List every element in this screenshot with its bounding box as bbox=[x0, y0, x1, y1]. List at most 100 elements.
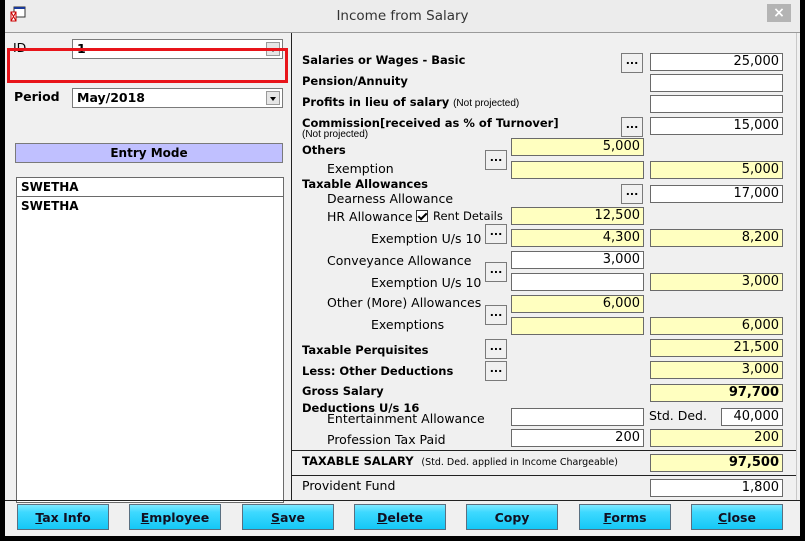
profession-tax-net-field: 200 bbox=[650, 429, 783, 447]
employee-button[interactable]: Employee bbox=[129, 504, 221, 530]
hra-more-button[interactable]: ... bbox=[485, 224, 507, 244]
other-exemptions-field[interactable] bbox=[511, 317, 644, 335]
employee-list[interactable]: SWETHA SWETHA bbox=[16, 177, 284, 503]
other-deductions-more-button[interactable]: ... bbox=[485, 361, 507, 381]
gross-salary-label: Gross Salary bbox=[302, 384, 384, 398]
other-exemptions-label: Exemptions bbox=[371, 317, 445, 332]
other-net-field: 6,000 bbox=[650, 317, 783, 335]
button-bar-divider bbox=[5, 500, 800, 501]
close-window-button[interactable]: × bbox=[767, 4, 791, 22]
right-edge bbox=[796, 33, 797, 500]
hra-net-field: 8,200 bbox=[650, 229, 783, 247]
delete-mnemonic: D bbox=[376, 510, 388, 525]
close-label: lose bbox=[727, 510, 756, 525]
pension-label: Pension/Annuity bbox=[302, 74, 408, 88]
std-ded-label: Std. Ded. bbox=[649, 408, 707, 423]
other-allowances-field[interactable]: 6,000 bbox=[511, 295, 644, 313]
commission-field[interactable]: 15,000 bbox=[650, 117, 783, 135]
forms-button[interactable]: Forms bbox=[579, 504, 671, 530]
panel-divider bbox=[291, 33, 292, 500]
other-allowances-more-button[interactable]: ... bbox=[485, 305, 507, 325]
provident-fund-field[interactable]: 1,800 bbox=[650, 479, 783, 497]
basic-label: Salaries or Wages - Basic bbox=[302, 53, 466, 67]
taxable-salary-note: (Std. Ded. applied in Income Chargeable) bbox=[421, 457, 618, 468]
entertainment-field[interactable] bbox=[511, 408, 644, 426]
hra-field[interactable]: 12,500 bbox=[511, 207, 644, 225]
copy-button[interactable]: Copy bbox=[466, 504, 558, 530]
save-button[interactable]: Save bbox=[242, 504, 334, 530]
taxable-salary-field: 97,500 bbox=[650, 454, 783, 472]
other-allowances-label: Other (More) Allowances bbox=[327, 295, 482, 310]
hra-exemption-field[interactable]: 4,300 bbox=[511, 229, 644, 247]
tax-info-label: ax Info bbox=[42, 510, 91, 525]
conveyance-field[interactable]: 3,000 bbox=[511, 251, 644, 269]
other-deductions-label: Less: Other Deductions bbox=[302, 364, 454, 378]
others-field[interactable]: 5,000 bbox=[511, 138, 644, 156]
period-value: May/2018 bbox=[77, 90, 145, 105]
commission-label: Commission[received as % of Turnover] bbox=[302, 116, 559, 130]
basic-more-button[interactable]: ... bbox=[621, 53, 643, 73]
divider bbox=[292, 450, 796, 451]
entry-mode-header: Entry Mode bbox=[15, 143, 283, 163]
delete-button[interactable]: Delete bbox=[354, 504, 446, 530]
window-title: Income from Salary bbox=[336, 8, 469, 24]
period-highlight bbox=[7, 48, 288, 83]
others-exemption-field[interactable] bbox=[511, 161, 644, 179]
basic-field[interactable]: 25,000 bbox=[650, 53, 783, 71]
entertainment-label: Entertainment Allowance bbox=[327, 411, 485, 426]
income-from-salary-window: Income from Salary × ID 1 Period May/201… bbox=[5, 0, 800, 536]
forms-label: orms bbox=[611, 510, 647, 525]
conveyance-net-field: 3,000 bbox=[650, 273, 783, 291]
employee-label: mployee bbox=[149, 510, 210, 525]
profits-row-label: Profits in lieu of salary (Not projected… bbox=[302, 95, 519, 109]
perquisites-label: Taxable Perquisites bbox=[302, 343, 429, 357]
perquisites-more-button[interactable]: ... bbox=[485, 339, 507, 359]
profession-tax-field[interactable]: 200 bbox=[511, 429, 644, 447]
chevron-down-icon[interactable] bbox=[266, 91, 280, 105]
taxable-salary-row: TAXABLE SALARY (Std. Ded. applied in Inc… bbox=[302, 454, 618, 468]
others-label: Others bbox=[302, 143, 346, 157]
profits-label: Profits in lieu of salary bbox=[302, 95, 450, 109]
provident-fund-label: Provident Fund bbox=[302, 478, 396, 493]
perquisites-field: 21,500 bbox=[650, 339, 783, 357]
save-label: ave bbox=[279, 510, 306, 525]
taxable-salary-label: TAXABLE SALARY bbox=[302, 454, 414, 468]
conveyance-label: Conveyance Allowance bbox=[327, 253, 472, 268]
period-label: Period bbox=[14, 89, 60, 104]
taxable-allowances-label: Taxable Allowances bbox=[302, 177, 428, 191]
hra-label: HR Allowance bbox=[327, 209, 413, 224]
list-item[interactable]: SWETHA bbox=[17, 178, 283, 197]
conveyance-exemption-field[interactable] bbox=[511, 273, 644, 291]
profession-tax-label: Profession Tax Paid bbox=[327, 432, 446, 447]
conveyance-exemption-label: Exemption U/s 10 bbox=[371, 275, 482, 290]
hra-exemption-label: Exemption U/s 10 bbox=[371, 231, 482, 246]
gross-salary-field: 97,700 bbox=[650, 384, 783, 402]
other-deductions-field: 3,000 bbox=[650, 361, 783, 379]
std-ded-field[interactable]: 40,000 bbox=[721, 408, 783, 426]
list-item[interactable]: SWETHA bbox=[17, 197, 283, 215]
period-select[interactable]: May/2018 bbox=[72, 88, 283, 108]
pension-field[interactable] bbox=[650, 74, 783, 92]
dearness-more-button[interactable]: ... bbox=[621, 184, 643, 204]
dearness-field[interactable]: 17,000 bbox=[650, 185, 783, 203]
tax-info-button[interactable]: Tax Info bbox=[17, 504, 109, 530]
divider bbox=[292, 475, 796, 476]
others-exemption-label: Exemption bbox=[327, 161, 394, 176]
close-button[interactable]: Close bbox=[691, 504, 783, 530]
others-more-button[interactable]: ... bbox=[485, 150, 507, 170]
employee-mnemonic: E bbox=[140, 510, 150, 525]
title-bar: Income from Salary × bbox=[5, 0, 800, 33]
delete-label: elete bbox=[387, 510, 424, 525]
copy-label: Copy bbox=[494, 510, 530, 525]
rent-details-checkbox[interactable] bbox=[416, 210, 428, 222]
profits-note: (Not projected) bbox=[453, 98, 520, 109]
close-mnemonic: C bbox=[718, 510, 728, 525]
others-net-field: 5,000 bbox=[650, 161, 783, 179]
rent-details-label: Rent Details bbox=[433, 209, 503, 223]
profits-field[interactable] bbox=[650, 95, 783, 113]
save-mnemonic: S bbox=[270, 510, 280, 525]
conveyance-more-button[interactable]: ... bbox=[485, 262, 507, 282]
commission-note: (Not projected) bbox=[302, 129, 369, 140]
dearness-label: Dearness Allowance bbox=[327, 191, 454, 206]
commission-more-button[interactable]: ... bbox=[621, 117, 643, 137]
